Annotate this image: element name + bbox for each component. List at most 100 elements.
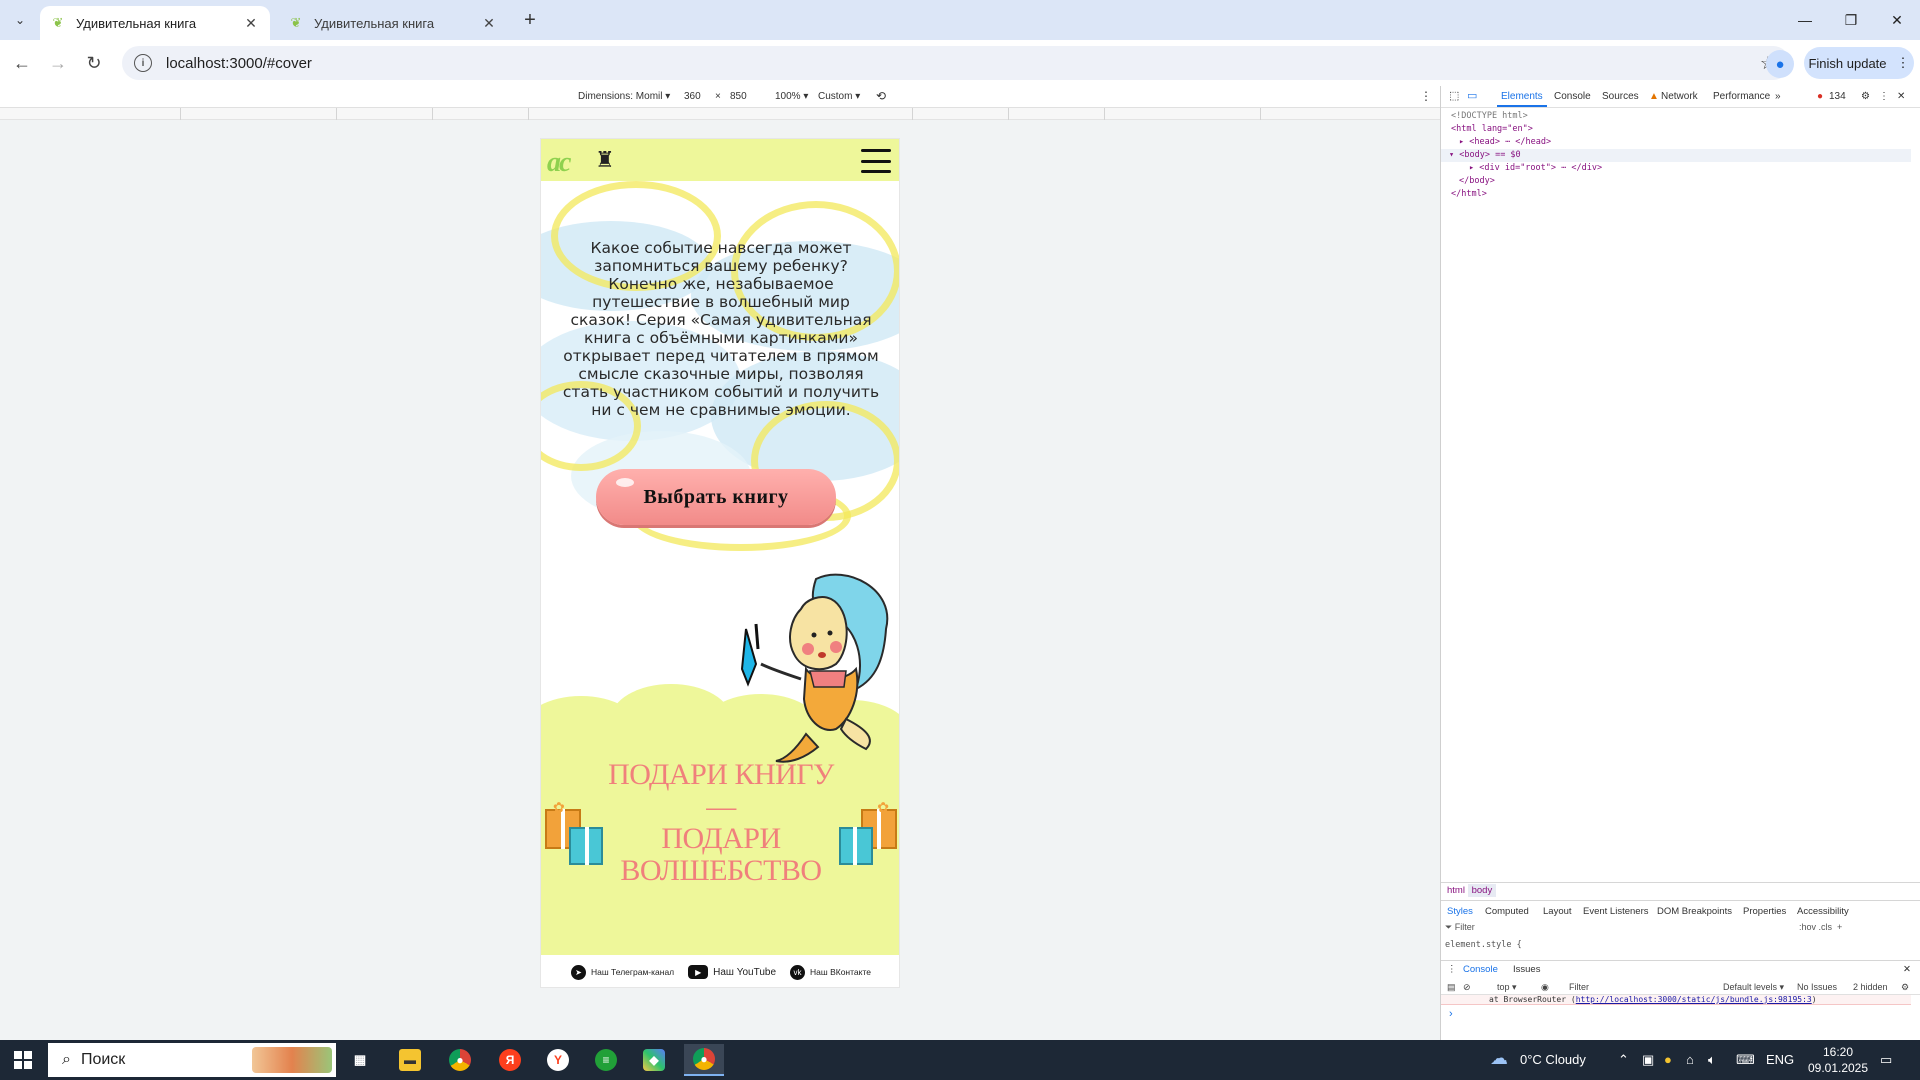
default-levels-dropdown[interactable]: Default levels ▾ — [1723, 982, 1784, 993]
clear-console-icon[interactable]: ⊘ — [1463, 982, 1471, 993]
file-explorer-icon[interactable]: ▬ — [390, 1044, 430, 1076]
youtube-link[interactable]: ▶ Наш YouTube — [688, 965, 776, 979]
breadcrumb-html[interactable]: html — [1447, 885, 1465, 896]
chrome-icon[interactable]: ● — [440, 1044, 480, 1076]
dev-tool-app-icon[interactable]: ◆ — [634, 1044, 674, 1076]
language-indicator[interactable]: ENG — [1766, 1052, 1794, 1067]
clock[interactable]: 16:20 09.01.2025 — [1806, 1044, 1870, 1076]
back-icon[interactable]: ← — [8, 49, 36, 77]
volume-icon[interactable]: 🔈︎ — [1708, 1052, 1716, 1068]
breadcrumb-body[interactable]: body — [1467, 884, 1497, 897]
tab-console[interactable]: Console — [1554, 91, 1591, 102]
yandex-icon[interactable]: Я — [490, 1044, 530, 1076]
dom-doctype[interactable]: <!DOCTYPE html> — [1451, 110, 1911, 123]
tab-sources[interactable]: Sources — [1602, 91, 1639, 102]
inspect-element-icon[interactable]: ⬚ — [1449, 89, 1459, 102]
tab-issues[interactable]: Issues — [1513, 964, 1540, 975]
dom-html-close[interactable]: </html> — [1451, 188, 1911, 201]
close-tab-icon[interactable]: ✕ — [480, 14, 498, 32]
dimensions-dropdown[interactable]: Dimensions: Momil ▾ — [578, 91, 670, 102]
tab-active[interactable]: ❦ Удивительная книга ✕ — [40, 6, 270, 40]
drawer-menu-icon[interactable]: ⋮ — [1447, 964, 1457, 975]
tab-properties[interactable]: Properties — [1743, 906, 1786, 917]
tab-performance[interactable]: Performance — [1713, 91, 1770, 102]
keyboard-icon[interactable]: ⌨ — [1736, 1052, 1755, 1068]
dom-body-close[interactable]: </body> — [1451, 175, 1911, 188]
yandex-browser-icon[interactable]: Y — [538, 1044, 578, 1076]
address-bar[interactable]: i localhost:3000/#cover ☆ — [122, 46, 1790, 80]
taskbar-search[interactable]: ⌕ Поиск — [48, 1043, 336, 1077]
device-toggle-icon[interactable]: ▭ — [1467, 89, 1477, 102]
settings-gear-icon[interactable]: ⚙ — [1861, 91, 1870, 102]
tray-app-icon[interactable]: ▣ — [1642, 1052, 1654, 1068]
more-tabs-icon[interactable]: » — [1775, 91, 1781, 102]
styles-filter[interactable]: ⏷ Filter :hov .cls + — [1445, 922, 1911, 936]
tab-computed[interactable]: Computed — [1485, 906, 1529, 917]
element-style[interactable]: element.style { — [1445, 940, 1522, 950]
green-app-icon[interactable]: ≡ — [586, 1044, 626, 1076]
live-expression-icon[interactable]: ◉ — [1541, 982, 1549, 993]
throttle-dropdown[interactable]: Custom ▾ — [818, 91, 860, 102]
console-prompt[interactable]: › — [1449, 1008, 1453, 1020]
tab-elements[interactable]: Elements — [1497, 91, 1547, 107]
windows-start-icon[interactable] — [14, 1051, 32, 1069]
tab-drawer-console[interactable]: Console — [1463, 964, 1498, 975]
restore-icon[interactable]: ❐ — [1828, 0, 1874, 40]
rotate-icon[interactable]: ⟲ — [876, 89, 886, 103]
hamburger-menu-icon[interactable] — [861, 149, 891, 173]
error-source-link[interactable]: http://localhost:3000/static/js/bundle.j… — [1576, 995, 1812, 1004]
sidebar-toggle-icon[interactable]: ▤ — [1447, 982, 1456, 993]
close-tab-icon[interactable]: ✕ — [242, 14, 260, 32]
tab-layout[interactable]: Layout — [1543, 906, 1572, 917]
no-issues-label[interactable]: No Issues — [1797, 982, 1837, 992]
device-width-input[interactable]: 360 — [684, 91, 701, 102]
forward-icon[interactable]: → — [44, 49, 72, 77]
site-info-icon[interactable]: i — [134, 54, 152, 72]
zoom-dropdown[interactable]: 100% ▾ — [775, 91, 808, 102]
minimize-icon[interactable]: — — [1782, 0, 1828, 40]
profile-avatar-icon[interactable]: ● — [1766, 50, 1794, 78]
choose-book-button[interactable]: Выбрать книгу — [596, 469, 836, 525]
tab-dom-breakpoints[interactable]: DOM Breakpoints — [1657, 906, 1732, 917]
task-view-icon[interactable]: ▦ — [340, 1044, 380, 1076]
vk-link[interactable]: vk Наш ВКонтакте — [790, 964, 871, 980]
tray-chevron-icon[interactable]: ⌃ — [1618, 1052, 1629, 1068]
context-dropdown[interactable]: top ▾ — [1497, 982, 1517, 993]
reload-icon[interactable]: ↻ — [80, 49, 108, 77]
new-tab-icon[interactable]: + — [518, 8, 542, 32]
site-logo[interactable]: ас — [547, 147, 571, 179]
telegram-link[interactable]: ➤ Наш Телеграм-канал — [571, 964, 674, 980]
styles-subtabs: Styles Computed Layout Event Listeners D… — [1441, 904, 1920, 920]
tab-event-listeners[interactable]: Event Listeners — [1583, 906, 1648, 917]
close-window-icon[interactable]: ✕ — [1874, 0, 1920, 40]
tab-search-dropdown-icon[interactable]: ⌄ — [8, 8, 32, 32]
notifications-icon[interactable]: ▭ — [1880, 1052, 1892, 1068]
tab-network[interactable]: Network — [1661, 91, 1698, 102]
close-drawer-icon[interactable]: ✕ — [1903, 964, 1911, 975]
clock-time: 16:20 — [1822, 1045, 1854, 1059]
weather-text[interactable]: 0°C Cloudy — [1520, 1052, 1586, 1067]
kebab-menu-icon: ⋮ — [1896, 55, 1910, 70]
device-more-icon[interactable]: ⋮ — [1420, 89, 1432, 103]
dom-div-root[interactable]: ▸ <div id="root"> ⋯ </div> — [1451, 162, 1911, 175]
tab-inactive[interactable]: ❦ Удивительная книга ✕ — [278, 6, 508, 40]
chrome-active-icon[interactable]: ● — [684, 1044, 724, 1076]
dom-body-open[interactable]: ▾ <body> == $0 — [1441, 149, 1911, 162]
close-devtools-icon[interactable]: ✕ — [1897, 91, 1905, 102]
dom-head[interactable]: ▸ <head> ⋯ </head> — [1451, 136, 1911, 149]
error-count[interactable]: 134 — [1829, 91, 1846, 102]
finish-update-button[interactable]: Finish update ⋮ — [1804, 47, 1914, 79]
tab-accessibility[interactable]: Accessibility — [1797, 906, 1849, 917]
tray-color-icon[interactable]: ● — [1664, 1052, 1672, 1067]
new-rule-icon[interactable]: + — [1837, 922, 1842, 932]
styles-filter-input[interactable]: Filter — [1455, 922, 1475, 932]
url-text: localhost:3000/#cover — [166, 54, 312, 72]
hov-cls-toggles[interactable]: :hov .cls — [1799, 922, 1832, 932]
device-height-input[interactable]: 850 — [730, 91, 747, 102]
tab-styles[interactable]: Styles — [1447, 906, 1473, 917]
dom-html-open[interactable]: <html lang="en"> — [1451, 123, 1911, 136]
devtools-menu-icon[interactable]: ⋮ — [1879, 91, 1889, 102]
console-filter-input[interactable]: Filter — [1569, 982, 1589, 992]
console-settings-icon[interactable]: ⚙ — [1901, 982, 1909, 993]
network-icon[interactable]: ⌂ — [1686, 1052, 1694, 1067]
